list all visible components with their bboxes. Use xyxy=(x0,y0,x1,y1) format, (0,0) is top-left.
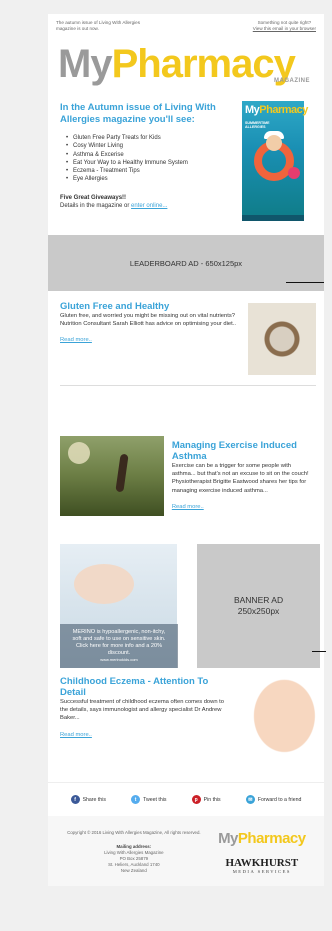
cover-bar xyxy=(242,215,304,221)
sleeping-baby-image xyxy=(74,564,134,604)
article-body: Exercise can be a trigger for some peopl… xyxy=(171,463,309,494)
mailing-title: Mailing address: xyxy=(116,844,152,849)
leaderboard-pointer-line xyxy=(286,282,324,284)
hawkhurst-logo: HAWKHURST xyxy=(225,857,299,869)
article-body: Gluten free, and worried you might be mi… xyxy=(60,313,236,328)
article-body: Successful treatment of childhood eczema… xyxy=(60,699,225,722)
list-item: Cosy Winter Living xyxy=(66,142,230,151)
hawkhurst-subtitle: MEDIA SERVICES xyxy=(232,869,291,874)
share-label: Pin this xyxy=(203,796,221,803)
footer-mypharmacy-logo: MyPharmacy xyxy=(218,830,306,847)
article-gluten-free: Gluten Free and Healthy Gluten free, and… xyxy=(48,291,324,375)
issue-contents-list: Gluten Free Party Treats for Kids Cosy W… xyxy=(60,134,230,184)
share-pinterest-button[interactable]: p Pin this xyxy=(191,795,221,804)
article-exercise-asthma: Managing Exercise Induced Asthma Exercis… xyxy=(48,386,324,516)
twitter-icon: t xyxy=(131,795,141,804)
merino-ad-url: www.merinokids.com xyxy=(100,657,138,662)
runner-figure xyxy=(115,453,129,493)
logo-magazine: MAGAZINE xyxy=(274,78,310,84)
banner-ad-label: BANNER AD xyxy=(233,595,284,605)
list-item: Asthma & Excerise xyxy=(66,151,230,160)
banner-ad-size: 250x250px xyxy=(237,606,280,616)
read-more-link[interactable]: Read more.. xyxy=(60,732,92,738)
cover-badge xyxy=(288,167,300,179)
magazine-cover-image[interactable]: MyPharmacy SUMMERTIME ALLERGIES xyxy=(242,101,308,221)
article-title[interactable]: Managing Exercise Induced Asthma xyxy=(172,440,316,462)
mail-icon: ✉ xyxy=(245,795,255,804)
cover-subtitle: SUMMERTIME ALLERGIES xyxy=(245,121,270,129)
intro-headline: In the Autumn issue of Living With Aller… xyxy=(60,102,216,125)
baby-image[interactable] xyxy=(237,670,316,772)
giveaway: Five Great Giveaways!! Details in the ma… xyxy=(60,194,230,210)
facebook-icon: f xyxy=(70,795,80,804)
merino-ad-caption: MERINO is hypoallergenic, non-itchy, sof… xyxy=(60,624,178,668)
giveaway-title: Five Great Giveaways!! xyxy=(60,194,127,201)
share-label: Share this xyxy=(82,796,106,803)
mypharmacy-logo: MyPharmacy MAGAZINE xyxy=(48,36,324,88)
view-in-browser-link[interactable]: View this email in your browser xyxy=(253,26,316,31)
read-more-link[interactable]: Read more.. xyxy=(172,504,204,510)
article-title[interactable]: Gluten Free and Healthy xyxy=(60,301,240,312)
share-bar: f Share this t Tweet this p Pin this ✉ F… xyxy=(48,782,324,816)
footer: Copyright © 2016 Living With Allergies M… xyxy=(48,816,324,886)
cover-title: MyPharmacy xyxy=(245,104,308,116)
pinterest-icon: p xyxy=(191,795,201,804)
giveaway-text: Details in the magazine or xyxy=(60,202,130,209)
intro-section: In the Autumn issue of Living With Aller… xyxy=(48,88,324,221)
preheader: The autumn issue of Living With Allergie… xyxy=(48,14,324,36)
ad-row: MERINO is hypoallergenic, non-itchy, sof… xyxy=(48,516,324,668)
read-more-link[interactable]: Read more.. xyxy=(60,337,92,343)
preheader-text: The autumn issue of Living With Allergie… xyxy=(56,20,141,31)
enter-online-link[interactable]: enter online... xyxy=(131,203,167,209)
share-label: Tweet this xyxy=(143,796,167,803)
grains-image[interactable] xyxy=(248,303,316,375)
list-item: Eczema - Treatment Tips xyxy=(66,167,230,176)
banner-pointer-line xyxy=(312,651,326,653)
merino-ad[interactable]: MERINO is hypoallergenic, non-itchy, sof… xyxy=(60,544,178,668)
forward-button[interactable]: ✉ Forward to a friend xyxy=(245,795,302,804)
newsletter: The autumn issue of Living With Allergie… xyxy=(48,14,324,886)
share-label: Forward to a friend xyxy=(257,796,302,803)
leaderboard-ad[interactable]: LEADERBOARD AD - 650x125px xyxy=(48,235,324,291)
logo-my: My xyxy=(58,42,113,86)
runner-image[interactable] xyxy=(60,436,164,516)
logo-pharmacy: Pharmacy xyxy=(111,42,296,86)
article-eczema: Childhood Eczema - Attention To Detail S… xyxy=(48,668,324,772)
article-title[interactable]: Childhood Eczema - Attention To Detail xyxy=(60,676,233,698)
share-twitter-button[interactable]: t Tweet this xyxy=(131,795,166,804)
sun-glare xyxy=(68,442,90,464)
share-facebook-button[interactable]: f Share this xyxy=(70,795,106,804)
banner-ad[interactable]: BANNER AD 250x250px xyxy=(197,544,320,668)
copyright: Copyright © 2016 Living With Allergies M… xyxy=(67,830,201,835)
list-item: Eye Allergies xyxy=(66,175,230,184)
merino-ad-text: MERINO is hypoallergenic, non-itchy, sof… xyxy=(72,629,166,656)
list-item: Eat Your Way to a Healthy Immune System xyxy=(66,159,230,168)
address-line: New Zealand xyxy=(120,868,147,873)
cover-face xyxy=(266,135,282,151)
list-item: Gluten Free Party Treats for Kids xyxy=(66,134,230,143)
